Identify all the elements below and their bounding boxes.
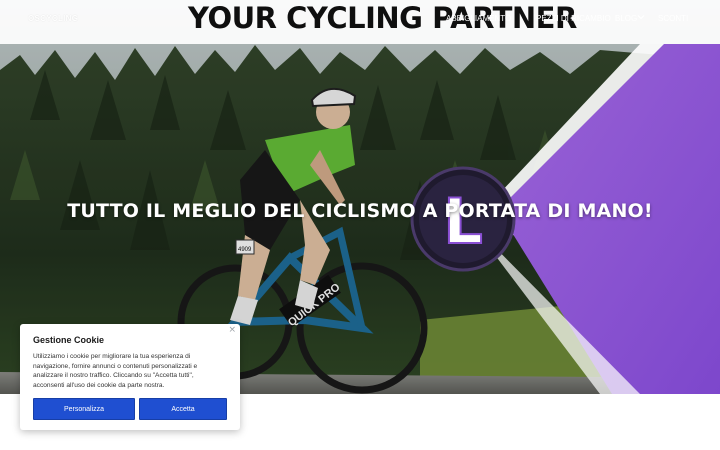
nav-item-abbigliamento[interactable]: ABBIGLIAMENTO (446, 14, 511, 23)
cookie-text-line: analizzare il nostro traffico. Cliccando… (33, 372, 194, 380)
site-header: OSCYCLING YOUR CYCLING PARTNER ABBIGLIAM… (0, 0, 720, 44)
cookie-banner: × Gestione Cookie Utilizziamo i cookie p… (20, 324, 240, 430)
chevron-down-icon[interactable] (637, 13, 645, 21)
cookie-text-line: acconsenti all'uso dei cookie da parte n… (33, 381, 165, 389)
nav-item-sconti[interactable]: SCONTI (658, 14, 688, 23)
nav-item-blog[interactable]: BLOG (615, 14, 637, 23)
cookie-title: Gestione Cookie (33, 335, 105, 345)
page: QUICK PRO 4909 L TUTTO IL MEGLIO DEL CIC… (0, 0, 720, 450)
hero-title: TUTTO IL MEGLIO DEL CICLISMO A PORTATA D… (67, 200, 653, 222)
customize-button[interactable]: Personalizza (33, 398, 135, 420)
cookie-text-line: Utilizziamo i cookie per migliorare la t… (33, 353, 191, 360)
close-icon[interactable]: × (228, 325, 236, 335)
cookie-description: Utilizziamo i cookie per migliorare la t… (33, 352, 233, 390)
header-headline: YOUR CYCLING PARTNER (188, 1, 577, 35)
nav-item-pezzi-di-ricambio[interactable]: PEZZI DI RICAMBIO (536, 14, 611, 23)
cookie-text-line: navigazione, fornire annunci o contenuti… (33, 362, 198, 370)
accept-button[interactable]: Accetta (139, 398, 227, 420)
site-logo[interactable]: OSCYCLING (28, 14, 78, 23)
